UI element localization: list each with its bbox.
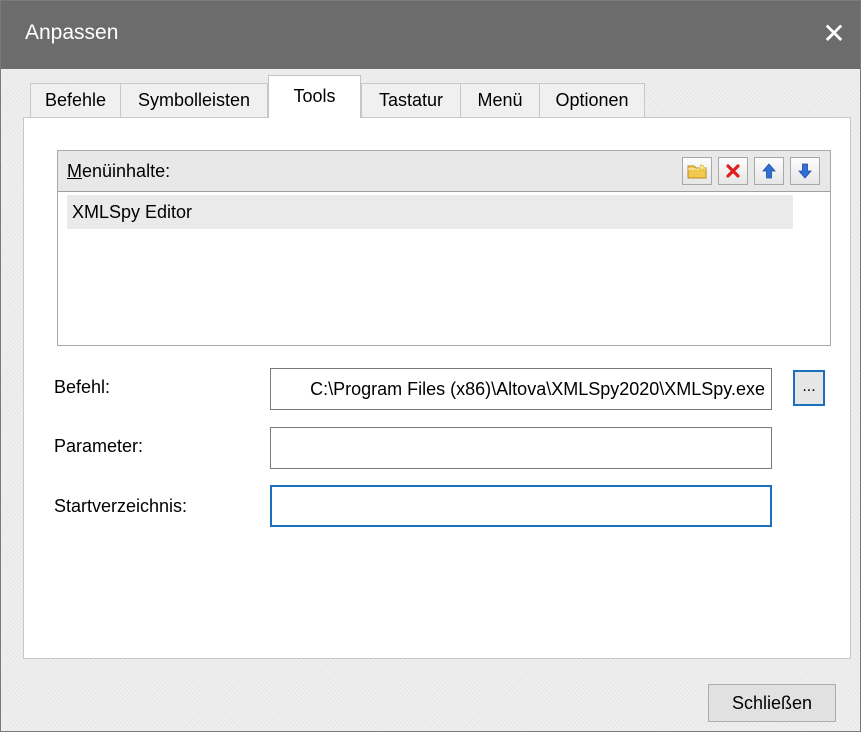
dialog-title: Anpassen	[25, 21, 119, 44]
tools-tab-panel: Menüinhalte: XMLSpy Editor Befehl: C:\Pr…	[23, 117, 851, 659]
tab-symbolleisten[interactable]: Symbolleisten	[120, 83, 268, 117]
tab-befehle[interactable]: Befehle	[30, 83, 121, 117]
move-down-icon	[798, 163, 812, 179]
start-directory-field[interactable]	[270, 485, 772, 527]
list-item[interactable]: XMLSpy Editor	[67, 195, 793, 229]
new-item-button[interactable]	[682, 157, 712, 185]
move-up-button[interactable]	[754, 157, 784, 185]
move-down-button[interactable]	[790, 157, 820, 185]
tab-tastatur[interactable]: Tastatur	[361, 83, 461, 117]
close-icon[interactable]: ✕	[808, 1, 860, 69]
start-directory-label: Startverzeichnis:	[54, 496, 188, 516]
customize-dialog: Anpassen ✕ Befehle Symbolleisten Tools T…	[0, 0, 861, 732]
new-folder-icon	[687, 163, 707, 179]
menu-contents-header: Menüinhalte:	[58, 151, 830, 192]
browse-button[interactable]: ...	[793, 370, 825, 406]
menu-contents-label-text: enüinhalte:	[82, 161, 171, 181]
delete-item-button[interactable]	[718, 157, 748, 185]
close-button[interactable]: Schließen	[708, 684, 836, 722]
tab-tools[interactable]: Tools	[268, 75, 361, 118]
menu-contents-mnemonic: M	[67, 161, 82, 181]
tab-optionen[interactable]: Optionen	[539, 83, 645, 117]
move-up-icon	[762, 163, 776, 179]
delete-icon	[726, 164, 740, 178]
tab-menu[interactable]: Menü	[460, 83, 540, 117]
parameter-field[interactable]	[270, 427, 772, 469]
menu-contents-group: Menüinhalte: XMLSpy Editor	[57, 150, 831, 346]
title-bar: Anpassen ✕	[1, 1, 860, 69]
menu-contents-label: Menüinhalte:	[67, 161, 170, 182]
command-label: Befehl:	[54, 377, 111, 397]
command-field[interactable]	[270, 368, 772, 410]
menu-contents-list[interactable]: XMLSpy Editor	[58, 192, 830, 345]
parameter-label: Parameter:	[54, 436, 144, 456]
